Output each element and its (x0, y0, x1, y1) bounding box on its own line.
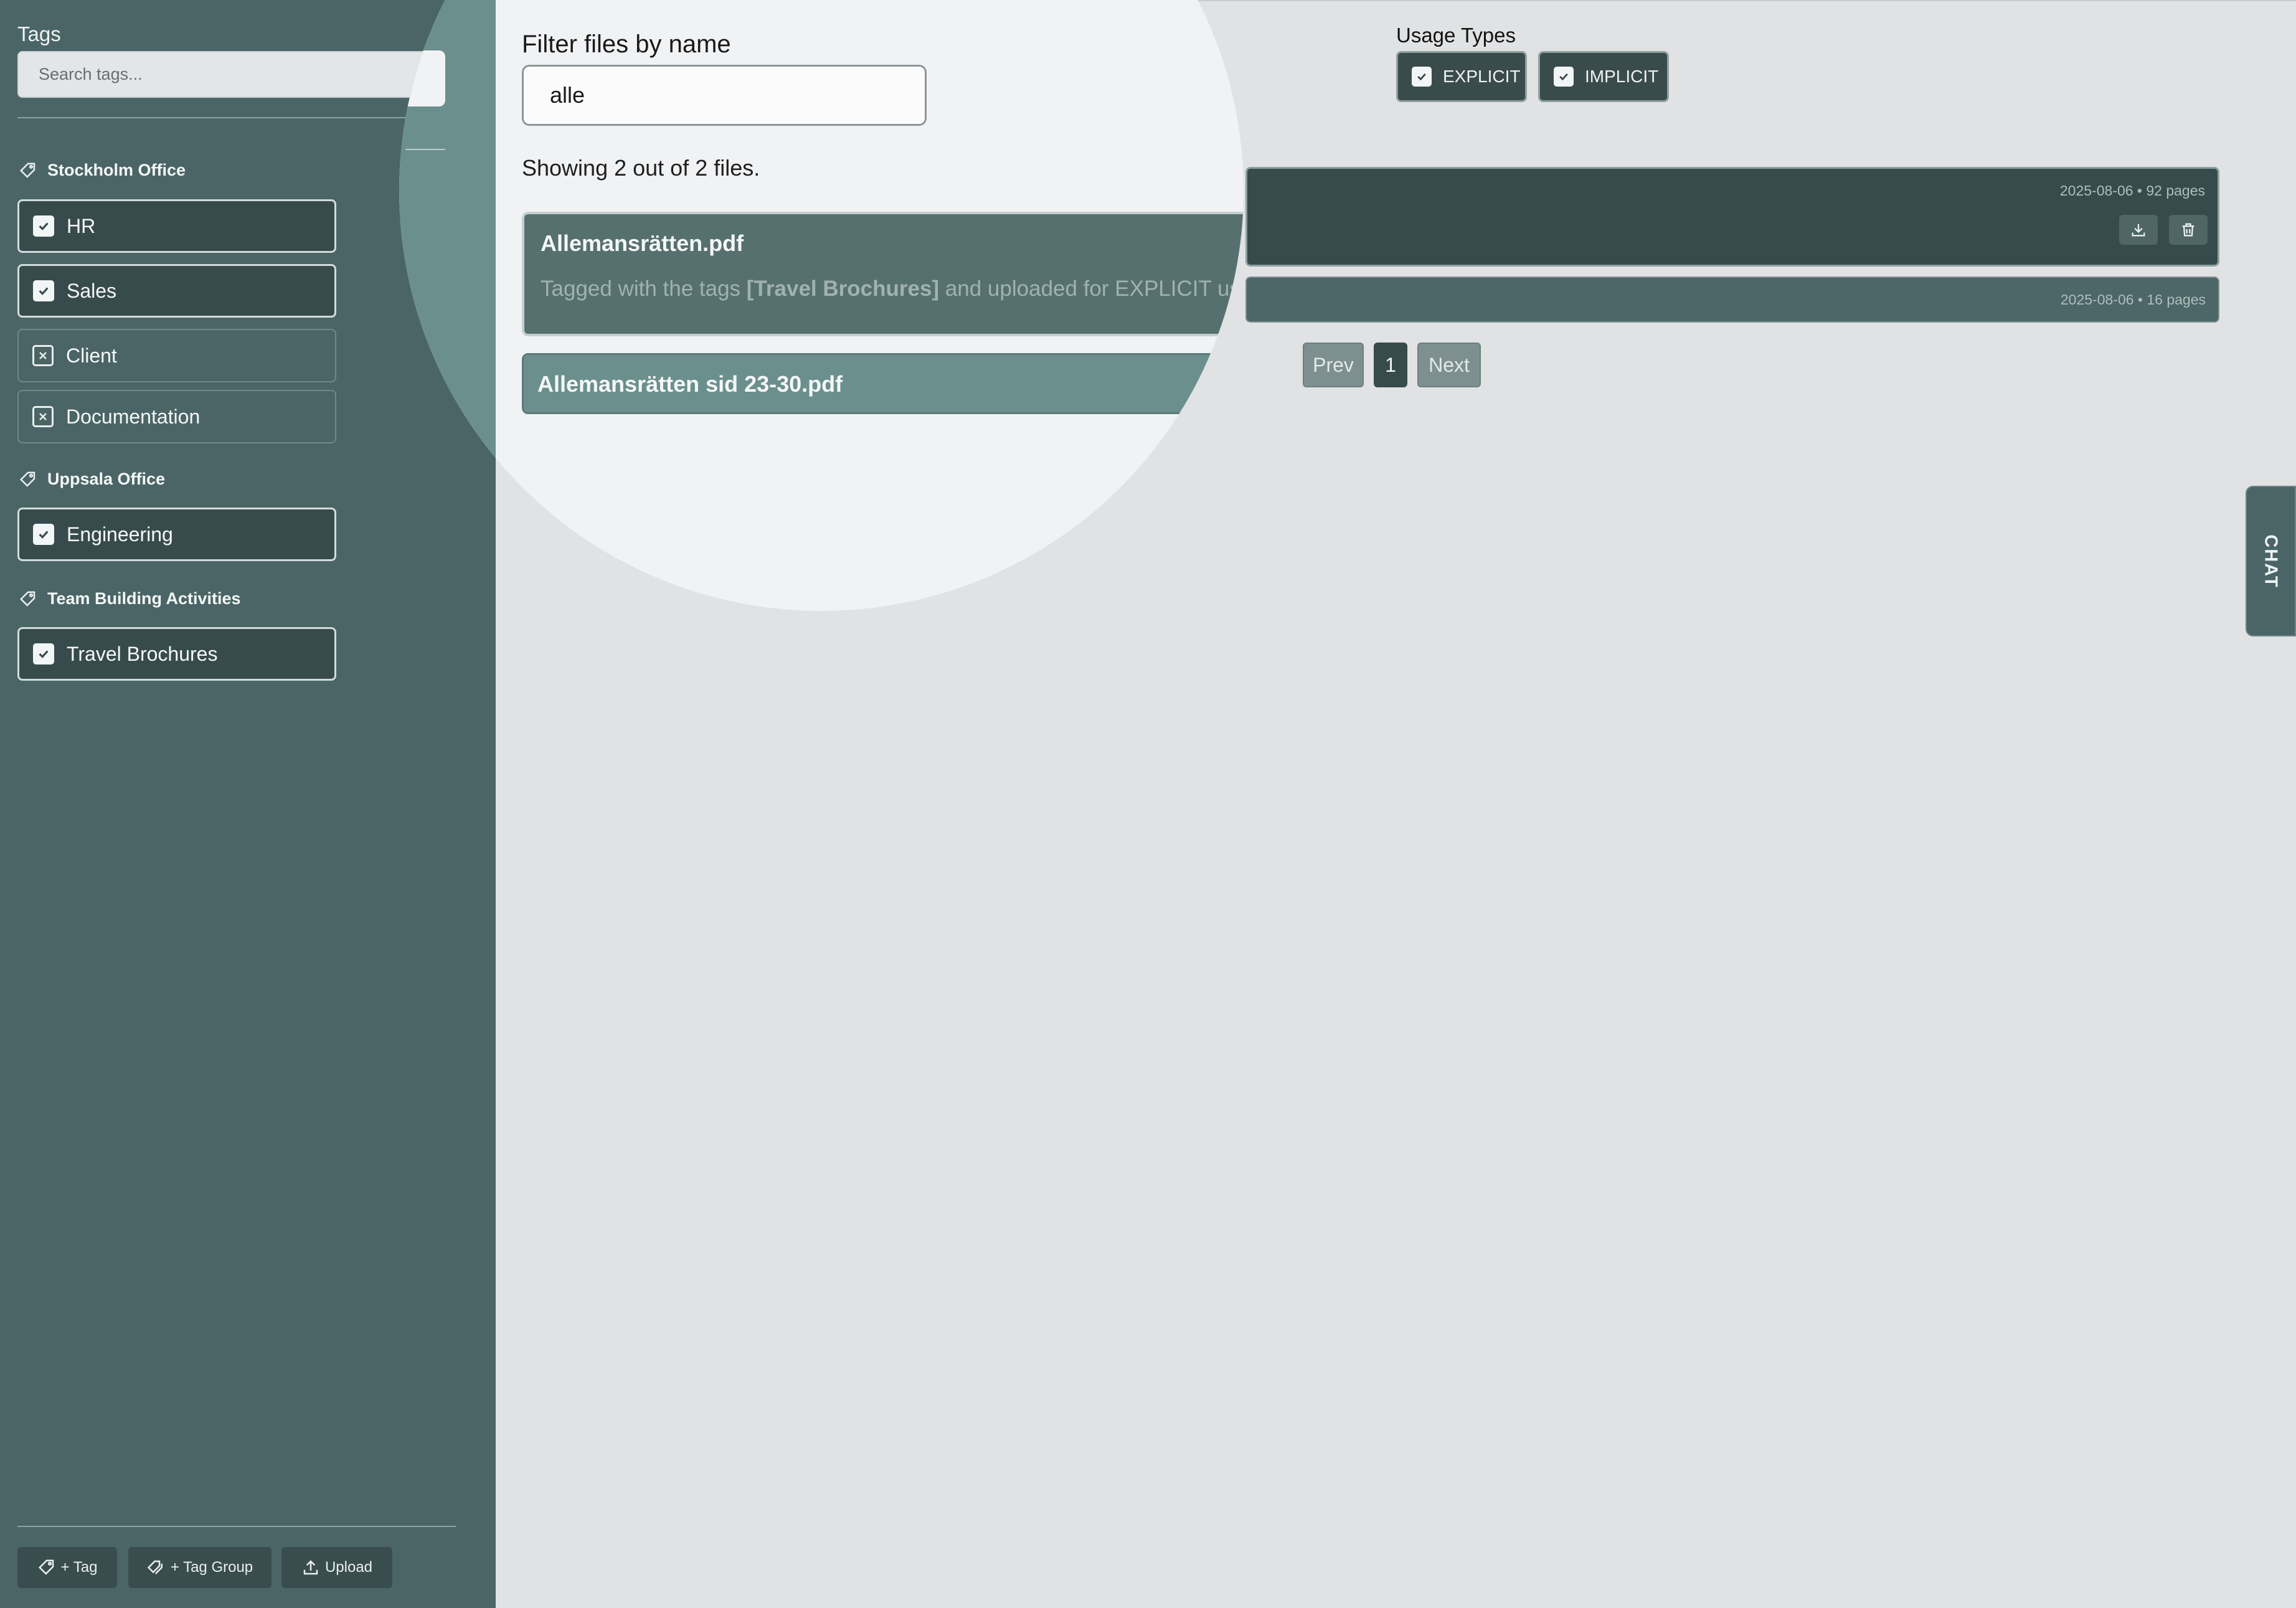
file-desc-tags: [Travel Brochures] (746, 277, 940, 301)
tag-item-engineering[interactable]: Engineering (17, 508, 336, 561)
tag-group-header-team-building: Team Building Activities (17, 589, 241, 608)
tag-search-input[interactable]: Search tags... (17, 51, 445, 98)
tag-item-hr[interactable]: HR (17, 199, 336, 253)
tag-label: Engineering (67, 523, 173, 546)
download-button[interactable] (2119, 215, 2158, 245)
upload-button[interactable]: Upload (281, 1547, 392, 1588)
file-card-allemansratten[interactable]: Allemansrätten.pdf Tagged with the tags … (522, 212, 1244, 336)
tag-label: Sales (67, 279, 117, 302)
usage-explicit-toggle[interactable]: EXPLICIT (1396, 51, 1527, 102)
divider (17, 1526, 456, 1527)
filter-title: Filter files by name (522, 31, 731, 58)
download-icon (2132, 224, 2145, 237)
tag-icon (19, 591, 35, 607)
usage-implicit-toggle[interactable]: IMPLICIT (1538, 51, 1669, 102)
tag-icon (19, 163, 35, 178)
file-meta: 2025-08-06 • 16 pages (2060, 291, 2206, 308)
checkbox-checked-icon (33, 215, 54, 237)
chat-label: CHAT (2261, 534, 2282, 589)
tag-item-travel-brochures[interactable]: Travel Brochures (17, 627, 336, 681)
tag-item-sales[interactable]: Sales (17, 264, 336, 318)
checkbox-checked-icon (1554, 67, 1574, 87)
tag-group-name: Stockholm Office (47, 161, 186, 179)
tag-icon (19, 471, 35, 487)
file-description: Tagged with the tags [Travel Brochures] … (541, 277, 1240, 301)
upload-icon (303, 1560, 318, 1575)
tag-label: Travel Brochures (67, 642, 218, 665)
add-tag-group-label: + Tag Group (170, 1559, 253, 1576)
file-count-text: Showing 2 out of 2 files. (522, 155, 760, 181)
tag-item-documentation[interactable]: Documentation (17, 390, 336, 443)
checkbox-unchecked-icon (32, 345, 54, 366)
add-tag-group-button[interactable]: + Tag Group (128, 1547, 272, 1588)
usage-label: IMPLICIT (1585, 67, 1659, 86)
usage-types-title: Usage Types (1396, 24, 1516, 47)
file-name: Allemansrätten.pdf (541, 230, 744, 256)
add-tag-label: + Tag (60, 1559, 98, 1576)
tag-group-name: Uppsala Office (47, 470, 166, 488)
file-card-allemansratten-sid[interactable]: Allemansrätten sid 23-30.pdf (522, 353, 1244, 414)
file-row-allemansratten[interactable]: 2025-08-06 • 92 pages (1245, 167, 2219, 267)
page-1-button[interactable]: 1 (1374, 343, 1407, 387)
trash-icon (2182, 223, 2194, 237)
file-name: Allemansrätten sid 23-30.pdf (537, 371, 843, 397)
tag-group-header-stockholm: Stockholm Office (17, 161, 186, 180)
file-meta: 2025-08-06 • 92 pages (2059, 182, 2205, 199)
delete-button[interactable] (2169, 215, 2208, 245)
prev-page-button[interactable]: Prev (1303, 343, 1364, 387)
tags-icon (147, 1560, 163, 1574)
checkbox-checked-icon (33, 524, 54, 545)
checkbox-unchecked-icon (32, 406, 54, 427)
lens-search-edge (399, 50, 445, 106)
tag-item-client[interactable]: Client (17, 329, 336, 382)
divider (17, 117, 445, 118)
file-desc-prefix: Tagged with the tags (541, 277, 741, 301)
checkbox-checked-icon (33, 643, 54, 664)
next-page-button[interactable]: Next (1417, 343, 1481, 387)
tag-label: Documentation (66, 405, 201, 428)
file-row-allemansratten-sid[interactable]: 2025-08-06 • 16 pages (1245, 277, 2219, 323)
tag-group-header-uppsala: Uppsala Office (17, 470, 165, 489)
checkbox-checked-icon (1412, 67, 1432, 87)
tag-label: HR (67, 214, 96, 237)
sidebar-title: Tags (17, 22, 61, 45)
tag-label: Client (66, 344, 117, 367)
checkbox-checked-icon (33, 280, 54, 301)
add-tag-button[interactable]: + Tag (17, 1547, 117, 1588)
filter-name-input[interactable]: alle (522, 65, 927, 126)
usage-label: EXPLICIT (1443, 67, 1521, 86)
file-desc-suffix: and uploaded for EXPLICIT us (945, 277, 1240, 301)
tag-group-name: Team Building Activities (47, 589, 241, 608)
divider (405, 149, 445, 150)
chat-tab[interactable]: CHAT (2246, 486, 2296, 636)
upload-label: Upload (324, 1559, 373, 1576)
tag-icon (38, 1559, 54, 1575)
